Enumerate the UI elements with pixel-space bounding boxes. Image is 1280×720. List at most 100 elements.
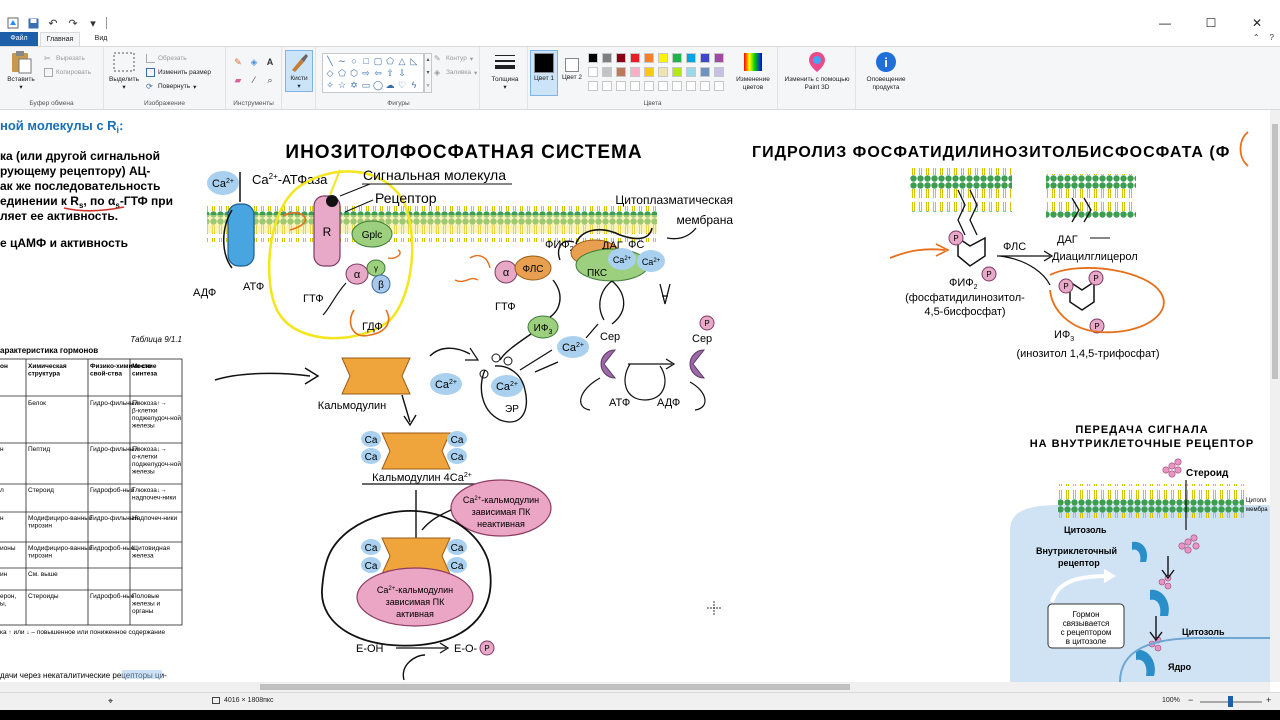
tab-home[interactable]: Главная — [40, 32, 80, 46]
color-swatch[interactable] — [672, 53, 682, 63]
redo-icon[interactable]: ↷ — [66, 16, 80, 30]
customize-qa-icon[interactable]: ▾ — [86, 16, 100, 30]
vertical-scroll-thumb[interactable] — [1272, 124, 1278, 379]
paint-app-icon[interactable] — [6, 16, 20, 30]
rounded-rect-shape-icon[interactable]: ▢ — [373, 56, 383, 66]
text-icon[interactable]: A — [264, 56, 276, 68]
save-icon[interactable] — [26, 16, 40, 30]
select-button[interactable]: Выделить ▾ — [106, 50, 142, 92]
custom-color-swatch[interactable] — [630, 81, 640, 91]
color-swatch[interactable] — [700, 67, 710, 77]
paste-dropdown-icon[interactable]: ▾ — [19, 84, 22, 92]
diamond-shape-icon[interactable]: ◇ — [325, 68, 335, 78]
close-button[interactable]: ✕ — [1234, 14, 1280, 32]
resize-button[interactable]: Изменить размер — [146, 68, 211, 77]
copy-button[interactable]: Копировать — [44, 68, 91, 77]
pentagon-shape-icon[interactable]: ⬠ — [337, 68, 347, 78]
color-swatch[interactable] — [714, 53, 724, 63]
vertical-scrollbar[interactable] — [1270, 110, 1280, 682]
shapes-scroll[interactable]: ▴ ▾ ▿ — [424, 53, 432, 93]
custom-color-swatch[interactable] — [644, 81, 654, 91]
zoom-out-icon[interactable]: − — [1188, 695, 1193, 705]
eraser-icon[interactable]: ▰ — [232, 74, 244, 86]
edit-colors-button[interactable]: Изменение цветов — [730, 50, 776, 92]
callout-cloud-shape-icon[interactable]: ☁ — [385, 80, 395, 90]
color-swatch[interactable] — [602, 67, 612, 77]
paste-button[interactable]: Вставить ▾ — [3, 50, 39, 92]
color-swatch[interactable] — [602, 53, 612, 63]
down-arrow-shape-icon[interactable]: ⇩ — [397, 68, 407, 78]
color-swatch[interactable] — [672, 67, 682, 77]
zoom-slider-thumb[interactable] — [1228, 696, 1233, 707]
horizontal-scroll-thumb[interactable] — [260, 684, 850, 690]
brushes-dropdown-icon[interactable]: ▾ — [297, 83, 300, 91]
custom-color-swatch[interactable] — [714, 81, 724, 91]
custom-color-swatch[interactable] — [588, 81, 598, 91]
pencil-icon[interactable]: ✎ — [232, 56, 244, 68]
up-arrow-shape-icon[interactable]: ⇧ — [385, 68, 395, 78]
left-arrow-shape-icon[interactable]: ⇦ — [373, 68, 383, 78]
color-swatch[interactable] — [630, 67, 640, 77]
size-button[interactable]: Толщина ▾ — [487, 50, 523, 92]
outline-button[interactable]: ✎ Контур ▾ — [434, 54, 473, 63]
horizontal-scrollbar[interactable] — [0, 682, 1270, 692]
minimize-button[interactable]: — — [1142, 14, 1188, 32]
heart-shape-icon[interactable]: ♡ — [397, 80, 407, 90]
color1-button[interactable]: Цвет 1 — [530, 50, 558, 96]
color-swatch[interactable] — [644, 67, 654, 77]
custom-color-swatch[interactable] — [700, 81, 710, 91]
zoom-in-icon[interactable]: + — [1266, 695, 1271, 705]
maximize-button[interactable]: ☐ — [1188, 14, 1234, 32]
crop-button[interactable]: Обрезать — [146, 54, 187, 63]
color-swatch[interactable] — [630, 53, 640, 63]
custom-color-swatch[interactable] — [686, 81, 696, 91]
color-swatch[interactable] — [644, 53, 654, 63]
undo-icon[interactable]: ↶ — [46, 16, 60, 30]
callout-rect-shape-icon[interactable]: ▭ — [361, 80, 371, 90]
four-star-shape-icon[interactable]: ✧ — [325, 80, 335, 90]
rotate-dropdown-icon[interactable]: ▾ — [193, 83, 196, 91]
line-shape-icon[interactable]: ╲ — [325, 56, 335, 66]
product-alert-button[interactable]: i Оповещение продукта — [858, 50, 914, 92]
rotate-button[interactable]: ⟳ Повернуть ▾ — [146, 82, 196, 91]
custom-color-swatch[interactable] — [658, 81, 668, 91]
triangle-shape-icon[interactable]: △ — [397, 56, 407, 66]
color-picker-icon[interactable]: ⁄ — [248, 74, 260, 86]
custom-color-swatch[interactable] — [616, 81, 626, 91]
tab-view[interactable]: Вид — [88, 32, 114, 46]
drawing-canvas[interactable]: ной молекулы с Ri: ка (или другой сигнал… — [0, 110, 1270, 682]
custom-color-swatch[interactable] — [672, 81, 682, 91]
color-swatch[interactable] — [588, 53, 598, 63]
select-dropdown-icon[interactable]: ▾ — [122, 84, 125, 92]
color-swatch[interactable] — [658, 53, 668, 63]
color-swatch[interactable] — [658, 67, 668, 77]
color-swatch[interactable] — [616, 53, 626, 63]
brushes-button[interactable]: Кисти ▾ — [285, 50, 313, 92]
color-swatch[interactable] — [616, 67, 626, 77]
tab-file[interactable]: Файл — [0, 32, 38, 46]
cut-button[interactable]: ✂ Вырезать — [44, 54, 85, 63]
oval-shape-icon[interactable]: ○ — [349, 56, 359, 66]
magnifier-icon[interactable]: ⌕ — [264, 74, 276, 86]
color-swatch[interactable] — [686, 53, 696, 63]
callout-oval-shape-icon[interactable]: ◯ — [373, 80, 383, 90]
fill-icon[interactable]: ◈ — [248, 56, 260, 68]
polygon-shape-icon[interactable]: ⬠ — [385, 56, 395, 66]
size-dropdown-icon[interactable]: ▾ — [503, 84, 506, 92]
six-star-shape-icon[interactable]: ✡ — [349, 80, 359, 90]
color2-button[interactable]: Цвет 2 — [560, 50, 584, 96]
shapes-gallery[interactable]: ╲ ∼ ○ □ ▢ ⬠ △ ◺ ◇ ⬠ ⬡ ⇨ ⇦ ⇧ ⇩ ✧ ☆ ✡ ▭ ◯ — [322, 53, 424, 93]
rectangle-shape-icon[interactable]: □ — [361, 56, 371, 66]
color-swatch[interactable] — [700, 53, 710, 63]
hexagon-shape-icon[interactable]: ⬡ — [349, 68, 359, 78]
color-swatch[interactable] — [588, 67, 598, 77]
right-arrow-shape-icon[interactable]: ⇨ — [361, 68, 371, 78]
help-icon[interactable]: ? — [1270, 33, 1274, 42]
color-swatch[interactable] — [686, 67, 696, 77]
five-star-shape-icon[interactable]: ☆ — [337, 80, 347, 90]
custom-color-swatch[interactable] — [602, 81, 612, 91]
lightning-shape-icon[interactable]: ϟ — [409, 80, 419, 90]
right-triangle-shape-icon[interactable]: ◺ — [409, 56, 419, 66]
fill-shape-button[interactable]: ◈ Заливка ▾ — [434, 68, 477, 77]
collapse-ribbon-icon[interactable]: ⌃ — [1253, 33, 1260, 42]
